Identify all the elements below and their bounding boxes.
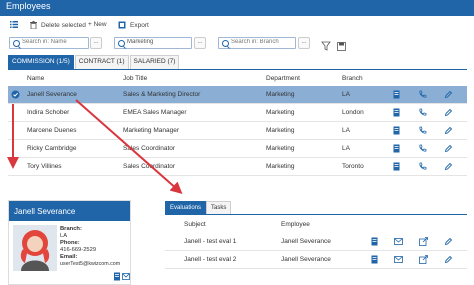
mail-icon[interactable] — [122, 273, 130, 280]
card-email-value: userTest5@kwizcom.com — [60, 261, 121, 267]
cell-subject: Janell - test eval 1 — [184, 238, 237, 245]
card-branch-value: LA — [60, 233, 68, 239]
mail-icon[interactable] — [394, 255, 403, 264]
cell-employee: Janell Severance — [281, 256, 331, 263]
document-icon[interactable] — [370, 255, 379, 264]
column-header-subject[interactable]: Subject — [184, 221, 206, 228]
document-icon[interactable] — [113, 272, 121, 281]
edit-icon[interactable] — [444, 237, 453, 246]
card-name: Janell Severance — [14, 207, 76, 216]
table-row[interactable]: Janell - test eval 1 Janell Severance — [165, 233, 467, 251]
document-icon[interactable] — [370, 237, 379, 246]
tab-evaluations[interactable]: Evaluations — [165, 201, 207, 214]
cell-employee: Janell Severance — [281, 238, 331, 245]
arrow-to-details — [75, 99, 183, 194]
open-icon[interactable] — [419, 237, 428, 246]
edit-icon[interactable] — [444, 255, 453, 264]
tab-tasks[interactable]: Tasks — [206, 201, 232, 214]
mail-icon[interactable] — [394, 237, 403, 246]
card-header: Janell Severance — [9, 201, 130, 221]
card-phone-value: 416-669-2529 — [60, 247, 97, 253]
card-phone-label: Phone: — [60, 240, 80, 246]
detail-tabs: Evaluations Tasks — [165, 201, 232, 214]
detail-tab-underline — [165, 214, 467, 215]
card-branch-label: Branch: — [60, 226, 82, 232]
contact-card: Janell Severance Branch: LA Phone: 416-6… — [8, 200, 131, 285]
open-icon[interactable] — [419, 255, 428, 264]
table-row[interactable]: Janell - test eval 2 Janell Severance — [165, 251, 467, 269]
card-email-label: Email: — [60, 254, 78, 260]
avatar — [13, 225, 57, 271]
cell-subject: Janell - test eval 2 — [184, 256, 237, 263]
column-header-employee[interactable]: Employee — [281, 221, 310, 228]
